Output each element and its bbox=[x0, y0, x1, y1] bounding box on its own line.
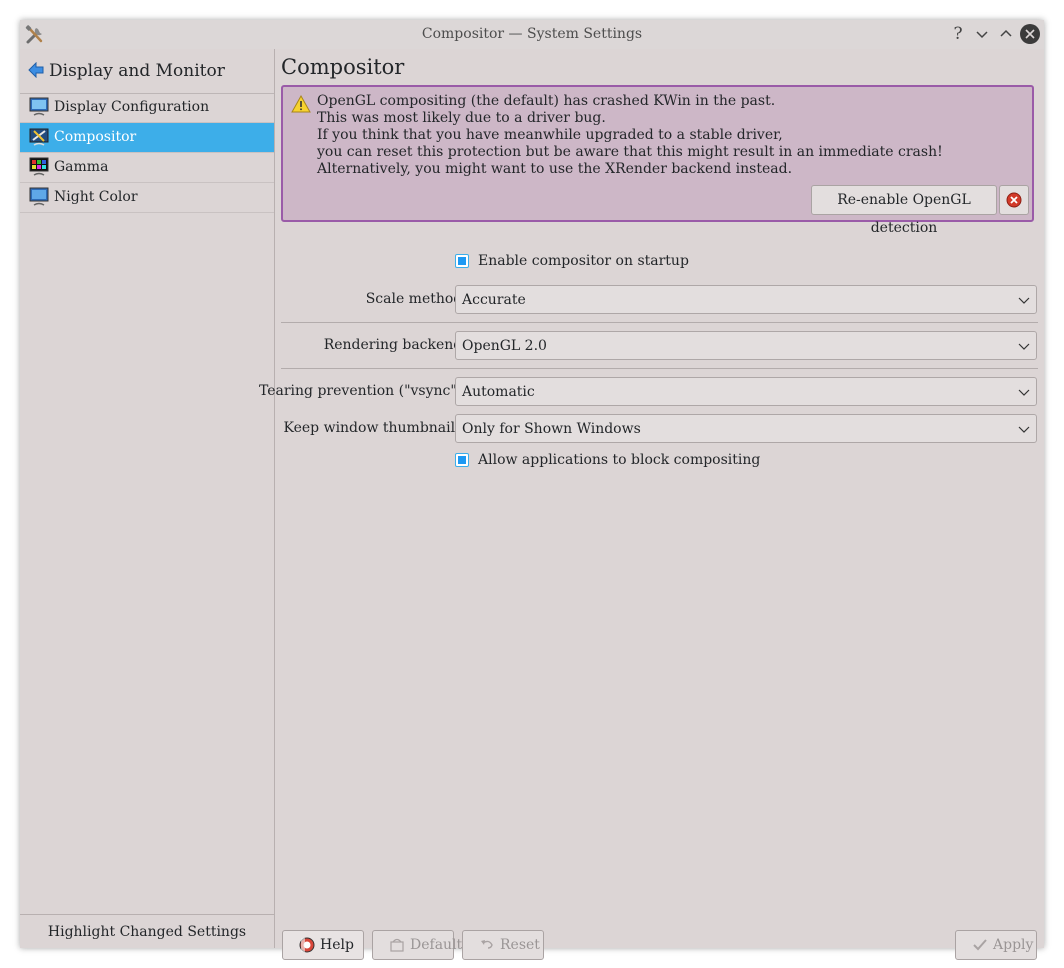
chevron-down-icon bbox=[1018, 297, 1030, 304]
reset-button[interactable]: Reset bbox=[462, 930, 544, 960]
allow-block-compositing-checkbox[interactable] bbox=[455, 453, 469, 467]
sidebar-item-label: Gamma bbox=[54, 159, 109, 175]
chevron-down-icon bbox=[1018, 343, 1030, 350]
page-title: Compositor bbox=[281, 55, 405, 79]
reenable-opengl-detection-button[interactable]: Re-enable OpenGL detection bbox=[811, 185, 997, 236]
back-arrow-icon[interactable] bbox=[28, 62, 44, 78]
close-circle-icon bbox=[1006, 192, 1022, 208]
chevron-down-icon bbox=[1018, 426, 1030, 433]
sidebar-header[interactable]: Display and Monitor bbox=[20, 49, 274, 94]
sidebar-item-label: Night Color bbox=[54, 189, 138, 205]
sidebar-item-label: Compositor bbox=[54, 129, 137, 145]
system-settings-window: Compositor — System Settings ? Display a… bbox=[20, 20, 1044, 960]
warning-line: you can reset this protection but be awa… bbox=[317, 144, 943, 160]
sidebar-item-label: Display Configuration bbox=[54, 99, 210, 115]
defaults-label: Defaults bbox=[410, 937, 470, 953]
sidebar-item-night-color[interactable]: Night Color bbox=[20, 183, 274, 213]
sidebar-title: Display and Monitor bbox=[49, 61, 225, 81]
chevron-down-icon bbox=[1018, 389, 1030, 396]
defaults-icon bbox=[390, 938, 404, 952]
chevron-down-icon[interactable] bbox=[972, 24, 992, 44]
sidebar-item-gamma[interactable]: Gamma bbox=[20, 153, 274, 183]
warning-line: This was most likely due to a driver bug… bbox=[317, 110, 606, 126]
scale-method-value: Accurate bbox=[462, 292, 526, 308]
crash-warning-message: OpenGL compositing (the default) has cra… bbox=[281, 85, 1034, 236]
checkmark-icon bbox=[973, 939, 987, 951]
highlight-changed-settings-button[interactable]: Highlight Changed Settings bbox=[20, 914, 274, 948]
help-label: Help bbox=[320, 937, 354, 953]
window-thumbnails-value: Only for Shown Windows bbox=[462, 421, 641, 437]
warning-line: OpenGL compositing (the default) has cra… bbox=[317, 93, 776, 109]
help-footer-button[interactable]: Help bbox=[282, 930, 364, 960]
separator bbox=[281, 368, 1038, 369]
window-title: Compositor — System Settings bbox=[421, 26, 643, 42]
enable-compositor-checkbox[interactable] bbox=[455, 254, 469, 268]
compositor-icon bbox=[29, 128, 49, 146]
close-icon[interactable] bbox=[1020, 24, 1040, 44]
help-icon bbox=[299, 937, 315, 953]
rendering-backend-value: OpenGL 2.0 bbox=[462, 338, 547, 354]
defaults-button[interactable]: Defaults bbox=[372, 930, 469, 960]
scale-method-select[interactable]: Accurate bbox=[455, 285, 1037, 314]
warning-text: OpenGL compositing (the default) has cra… bbox=[317, 93, 943, 178]
chevron-up-icon[interactable] bbox=[996, 24, 1016, 44]
main-content: Compositor OpenGL compositing (the defau… bbox=[259, 49, 1044, 960]
help-button[interactable]: ? bbox=[948, 24, 968, 44]
separator bbox=[281, 322, 1038, 323]
window-thumbnails-label: Keep window thumbnails: bbox=[283, 420, 467, 436]
warning-line: If you think that you have meanwhile upg… bbox=[317, 127, 783, 143]
monitor-icon bbox=[29, 97, 49, 116]
rendering-backend-label: Rendering backend: bbox=[323, 337, 467, 353]
tearing-prevention-value: Automatic bbox=[462, 384, 535, 400]
highlight-changed-settings-label: Highlight Changed Settings bbox=[47, 924, 247, 940]
window-thumbnails-select[interactable]: Only for Shown Windows bbox=[455, 414, 1037, 443]
tearing-prevention-select[interactable]: Automatic bbox=[455, 377, 1037, 406]
rendering-backend-select[interactable]: OpenGL 2.0 bbox=[455, 331, 1037, 360]
sidebar-item-display-configuration[interactable]: Display Configuration bbox=[20, 93, 274, 123]
tearing-prevention-label: Tearing prevention ("vsync"): bbox=[258, 383, 467, 399]
gamma-icon bbox=[29, 157, 49, 176]
undo-icon bbox=[481, 940, 493, 949]
apply-label: Apply bbox=[993, 937, 1034, 953]
sidebar: Display and Monitor Display Configuratio… bbox=[20, 49, 275, 948]
enable-compositor-label: Enable compositor on startup bbox=[478, 253, 689, 269]
allow-block-compositing-label: Allow applications to block compositing bbox=[478, 452, 761, 468]
reset-label: Reset bbox=[500, 937, 540, 953]
night-color-icon bbox=[29, 187, 49, 206]
apply-button[interactable]: Apply bbox=[955, 930, 1037, 960]
scale-method-label: Scale method: bbox=[365, 291, 467, 307]
warning-line: Alternatively, you might want to use the… bbox=[317, 161, 793, 177]
dismiss-warning-button[interactable] bbox=[999, 185, 1029, 215]
title-bar: Compositor — System Settings ? bbox=[20, 20, 1044, 49]
sidebar-item-compositor[interactable]: Compositor bbox=[20, 123, 274, 153]
warning-icon bbox=[291, 95, 311, 113]
